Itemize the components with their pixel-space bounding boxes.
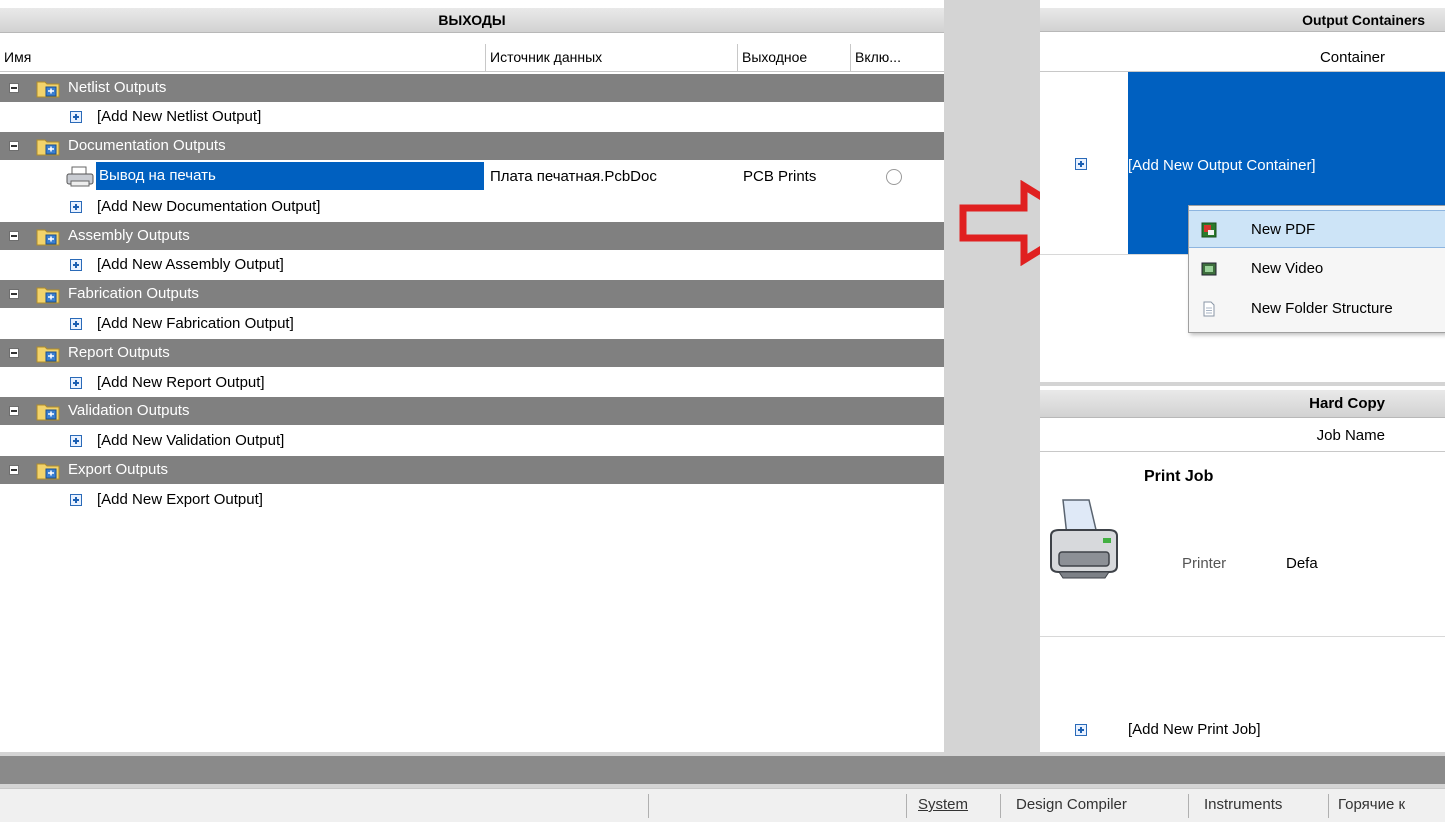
menu-item-label: New Folder Structure [1251, 300, 1393, 317]
folder-icon [36, 404, 60, 421]
horizontal-scrollbar[interactable] [0, 756, 1445, 784]
output-name: Вывод на печать [99, 167, 216, 184]
output-containers-title: Output Containers [1040, 8, 1445, 32]
document-icon [1203, 301, 1215, 317]
column-data-source[interactable]: Источник данных [486, 44, 738, 71]
folder-icon [36, 463, 60, 480]
add-documentation-output[interactable]: [Add New Documentation Output] [0, 192, 944, 222]
add-icon [70, 318, 82, 330]
folder-icon [36, 287, 60, 304]
group-label: Report Outputs [68, 344, 170, 361]
add-label: [Add New Assembly Output] [97, 256, 284, 273]
printer-icon [66, 166, 94, 187]
group-label: Fabrication Outputs [68, 285, 199, 302]
collapse-icon[interactable] [9, 83, 19, 93]
group-report-outputs[interactable]: Report Outputs [0, 339, 944, 367]
output-print-row[interactable]: Вывод на печать Плата печатная.PcbDoc PC… [0, 162, 944, 192]
divider [1000, 794, 1001, 818]
collapse-icon[interactable] [9, 141, 19, 151]
menu-item-new-video[interactable]: New Video [1189, 250, 1445, 288]
printer-icon [1050, 499, 1118, 579]
tab-system[interactable]: System [918, 792, 968, 818]
divider [648, 794, 649, 818]
add-icon [70, 201, 82, 213]
add-output-container[interactable]: [Add New Output Container] [1128, 157, 1316, 174]
add-export-output[interactable]: [Add New Export Output] [0, 485, 944, 515]
group-label: Netlist Outputs [68, 79, 167, 96]
add-label: [Add New Export Output] [97, 491, 263, 508]
add-netlist-output[interactable]: [Add New Netlist Output] [0, 102, 944, 132]
add-label: [Add New Report Output] [97, 374, 265, 391]
output-type: PCB Prints [743, 168, 817, 185]
output-source: Плата печатная.PcbDoc [490, 168, 657, 185]
add-label: [Add New Netlist Output] [97, 108, 262, 125]
collapse-icon[interactable] [9, 289, 19, 299]
divider [1040, 636, 1445, 637]
add-icon [70, 435, 82, 447]
column-enabled[interactable]: Вклю... [851, 44, 944, 71]
column-job-name[interactable]: Job Name [1040, 420, 1445, 452]
add-fabrication-output[interactable]: [Add New Fabrication Output] [0, 309, 944, 339]
column-output[interactable]: Выходное [738, 44, 851, 71]
menu-item-label: New Video [1251, 260, 1324, 277]
outputs-column-header: Имя Источник данных Выходное Вклю... [0, 44, 944, 72]
group-assembly-outputs[interactable]: Assembly Outputs [0, 222, 944, 250]
divider [906, 794, 907, 818]
printer-label: Printer [1182, 555, 1227, 572]
group-documentation-outputs[interactable]: Documentation Outputs [0, 132, 944, 160]
group-netlist-outputs[interactable]: Netlist Outputs [0, 74, 944, 102]
add-icon [70, 259, 82, 271]
add-assembly-output[interactable]: [Add New Assembly Output] [0, 250, 944, 280]
add-label: [Add New Validation Output] [97, 432, 285, 449]
tab-hotkeys[interactable]: Горячие к [1338, 792, 1405, 818]
add-print-job[interactable]: [Add New Print Job] [1128, 721, 1261, 738]
folder-icon [36, 139, 60, 156]
divider [1188, 794, 1189, 818]
menu-item-new-folder-structure[interactable]: New Folder Structure [1189, 290, 1445, 328]
divider [1328, 794, 1329, 818]
menu-item-label: New PDF [1251, 221, 1316, 238]
context-menu: New PDF New Video New Folder Structure [1188, 205, 1445, 333]
add-validation-output[interactable]: [Add New Validation Output] [0, 426, 944, 456]
group-validation-outputs[interactable]: Validation Outputs [0, 397, 944, 425]
group-label: Documentation Outputs [68, 137, 226, 154]
add-icon [70, 377, 82, 389]
video-icon [1201, 262, 1217, 276]
printer-value: Defa [1286, 555, 1318, 572]
collapse-icon[interactable] [9, 231, 19, 241]
group-label: Export Outputs [68, 461, 169, 478]
group-export-outputs[interactable]: Export Outputs [0, 456, 944, 484]
outputs-panel-title: ВЫХОДЫ [0, 8, 944, 33]
pdf-icon [1201, 222, 1217, 238]
add-icon [1075, 158, 1087, 170]
add-report-output[interactable]: [Add New Report Output] [0, 368, 944, 398]
group-label: Assembly Outputs [68, 227, 190, 244]
folder-icon [36, 81, 60, 98]
hard-copy-title: Hard Copy [1040, 390, 1445, 418]
splitter[interactable] [944, 0, 1040, 752]
group-label: Validation Outputs [68, 402, 190, 419]
enable-radio[interactable] [886, 169, 902, 185]
add-icon [1075, 724, 1087, 736]
add-label: [Add New Documentation Output] [97, 198, 321, 215]
print-job-title[interactable]: Print Job [1144, 468, 1213, 486]
add-icon [70, 494, 82, 506]
add-label: [Add New Fabrication Output] [97, 315, 294, 332]
collapse-icon[interactable] [9, 348, 19, 358]
column-name[interactable]: Имя [0, 44, 486, 71]
menu-item-new-pdf[interactable]: New PDF [1189, 210, 1445, 248]
tab-instruments[interactable]: Instruments [1204, 792, 1282, 818]
tab-design-compiler[interactable]: Design Compiler [1016, 792, 1127, 818]
collapse-icon[interactable] [9, 465, 19, 475]
collapse-icon[interactable] [9, 406, 19, 416]
column-container[interactable]: Container [1040, 44, 1445, 72]
group-fabrication-outputs[interactable]: Fabrication Outputs [0, 280, 944, 308]
folder-icon [36, 229, 60, 246]
folder-icon [36, 346, 60, 363]
add-icon [70, 111, 82, 123]
